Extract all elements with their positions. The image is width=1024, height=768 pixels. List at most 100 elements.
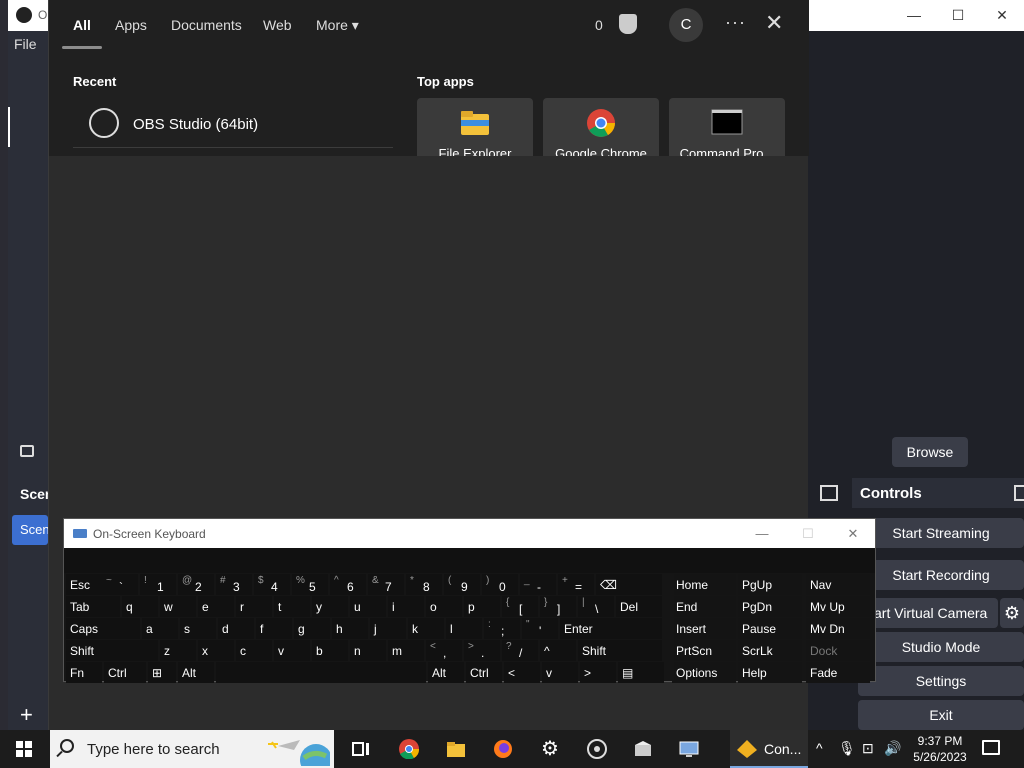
osk-key-r4-2[interactable]: x xyxy=(198,640,234,661)
osk-key-r1-4[interactable]: #3 xyxy=(216,574,252,595)
osk-key-r2-2[interactable]: w xyxy=(160,596,196,617)
osk-key-r5-3[interactable]: Alt xyxy=(178,662,214,683)
taskbar-remote-app[interactable] xyxy=(666,730,712,768)
tab-documents[interactable]: Documents xyxy=(171,17,242,33)
osk-nav-key-4-1[interactable]: Help xyxy=(738,662,802,683)
osk-key-r1-9[interactable]: * 8 xyxy=(406,574,442,595)
osk-key-r1-12[interactable]: _ - xyxy=(520,574,556,595)
osk-key-r4-11[interactable]: ^ xyxy=(540,640,576,661)
osk-key-r4-8[interactable]: <, xyxy=(426,640,462,661)
osk-key-r3-6[interactable]: h xyxy=(332,618,368,639)
osk-nav-key-2-2[interactable]: Mv Dn xyxy=(806,618,870,639)
osk-key-r5-6[interactable]: Ctrl xyxy=(466,662,502,683)
osk-key-r4-9[interactable]: >. xyxy=(464,640,500,661)
osk-key-r3-9[interactable]: l xyxy=(446,618,482,639)
osk-key-r2-14[interactable]: Del xyxy=(616,596,662,617)
studio-mode-button[interactable]: Studio Mode xyxy=(858,632,1024,662)
osk-key-r2-1[interactable]: q xyxy=(122,596,158,617)
osk-key-r2-12[interactable]: }] xyxy=(540,596,576,617)
tab-all[interactable]: All xyxy=(73,17,91,33)
taskbar-settings[interactable]: ⚙ xyxy=(527,730,573,768)
tray-chevron-up-icon[interactable]: ^ xyxy=(816,740,830,756)
top-app-command-prompt[interactable]: Command Pro... xyxy=(669,98,785,156)
osk-nav-key-1-1[interactable]: PgDn xyxy=(738,596,802,617)
start-streaming-button[interactable]: Start Streaming xyxy=(858,518,1024,548)
osk-key-r1-6[interactable]: % 5 xyxy=(292,574,328,595)
tab-apps[interactable]: Apps xyxy=(115,17,147,33)
osk-key-r3-0[interactable]: Caps xyxy=(66,618,140,639)
osk-key-space[interactable] xyxy=(216,662,426,683)
microphone-icon[interactable]: 🎙 xyxy=(838,740,856,757)
more-options-icon[interactable]: ··· xyxy=(725,12,746,33)
osk-key-r2-5[interactable]: t xyxy=(274,596,310,617)
osk-maximize-button[interactable]: ☐ xyxy=(786,519,830,548)
osk-key-r5-7[interactable]: < xyxy=(504,662,540,683)
osk-key-r2-6[interactable]: y xyxy=(312,596,348,617)
osk-nav-key-1-2[interactable]: Mv Up xyxy=(806,596,870,617)
osk-key-r1-3[interactable]: @2 xyxy=(178,574,214,595)
osk-key-r5-5[interactable]: Alt xyxy=(428,662,464,683)
osk-key-r1-8[interactable]: & 7 xyxy=(368,574,404,595)
osk-key-r4-7[interactable]: m xyxy=(388,640,424,661)
osk-key-r4-1[interactable]: z xyxy=(160,640,196,661)
osk-nav-key-0-2[interactable]: Nav xyxy=(806,574,870,595)
osk-key-r3-2[interactable]: s xyxy=(180,618,216,639)
virtual-camera-settings-gear-icon[interactable]: ⚙ xyxy=(1000,598,1024,628)
obs-minimize-button[interactable]: — xyxy=(892,0,936,31)
settings-button[interactable]: Settings xyxy=(858,666,1024,696)
osk-key-r1-14[interactable]: ⌫ xyxy=(596,574,662,595)
osk-key-r4-4[interactable]: v xyxy=(274,640,310,661)
start-button[interactable] xyxy=(0,730,48,768)
osk-key-r1-7[interactable]: ^ 6 xyxy=(330,574,366,595)
volume-icon[interactable]: 🔊 xyxy=(884,740,901,757)
system-clock[interactable]: 9:37 PM 5/26/2023 xyxy=(908,733,972,765)
dock-float-icon[interactable] xyxy=(820,485,838,501)
start-recording-button[interactable]: Start Recording xyxy=(858,560,1024,590)
osk-key-r3-1[interactable]: a xyxy=(142,618,178,639)
osk-key-r2-13[interactable]: | \ xyxy=(578,596,614,617)
osk-key-r5-0[interactable]: Fn xyxy=(66,662,102,683)
osk-nav-key-2-1[interactable]: Pause xyxy=(738,618,802,639)
osk-key-r3-4[interactable]: f xyxy=(256,618,292,639)
recent-item-obs[interactable]: OBS Studio (64bit) xyxy=(73,102,393,148)
osk-nav-key-3-0[interactable]: PrtScn xyxy=(672,640,736,661)
osk-key-r2-9[interactable]: o xyxy=(426,596,462,617)
trophy-icon[interactable] xyxy=(619,14,637,34)
osk-key-r4-5[interactable]: b xyxy=(312,640,348,661)
osk-nav-key-4-2[interactable]: Fade xyxy=(806,662,870,683)
taskbar-box-app[interactable] xyxy=(620,730,666,768)
osk-key-r3-7[interactable]: j xyxy=(370,618,406,639)
osk-key-r1-2[interactable]: ! 1 xyxy=(140,574,176,595)
osk-key-r5-1[interactable]: Ctrl xyxy=(104,662,146,683)
osk-key-r2-10[interactable]: p xyxy=(464,596,500,617)
obs-close-button[interactable]: ✕ xyxy=(980,0,1024,31)
obs-maximize-button[interactable]: ☐ xyxy=(936,0,980,31)
menu-file[interactable]: File xyxy=(14,36,37,52)
osk-key-r2-7[interactable]: u xyxy=(350,596,386,617)
osk-key-r5-9[interactable]: > xyxy=(580,662,616,683)
osk-key-r5-10[interactable]: ▤ xyxy=(618,662,664,683)
dock-float-icon-right[interactable] xyxy=(1014,485,1024,501)
scene-list-item[interactable]: Scen xyxy=(12,515,50,545)
osk-nav-key-2-0[interactable]: Insert xyxy=(672,618,736,639)
osk-nav-key-4-0[interactable]: Options xyxy=(672,662,736,683)
osk-key-r4-0[interactable]: Shift xyxy=(66,640,158,661)
osk-key-r3-12[interactable]: Enter xyxy=(560,618,662,639)
osk-key-r3-5[interactable]: g xyxy=(294,618,330,639)
notifications-icon[interactable] xyxy=(982,740,1000,755)
task-view-button[interactable] xyxy=(338,730,384,768)
osk-key-r3-11[interactable]: " ' xyxy=(522,618,558,639)
osk-key-r2-3[interactable]: e xyxy=(198,596,234,617)
taskbar-firefox[interactable] xyxy=(480,730,526,768)
user-avatar[interactable]: C xyxy=(669,8,703,42)
osk-close-button[interactable]: ✕ xyxy=(831,519,875,548)
osk-key-r3-3[interactable]: d xyxy=(218,618,254,639)
osk-key-r1-10[interactable]: (9 xyxy=(444,574,480,595)
tab-more[interactable]: More ▾ xyxy=(316,17,359,34)
taskbar-chrome[interactable] xyxy=(386,730,432,768)
osk-key-r4-10[interactable]: ? / xyxy=(502,640,538,661)
osk-key-r5-2[interactable]: ⊞ xyxy=(148,662,176,683)
osk-nav-key-3-2[interactable]: Dock xyxy=(806,640,870,661)
osk-nav-key-0-0[interactable]: Home xyxy=(672,574,736,595)
osk-key-r1-11[interactable]: ) 0 xyxy=(482,574,518,595)
